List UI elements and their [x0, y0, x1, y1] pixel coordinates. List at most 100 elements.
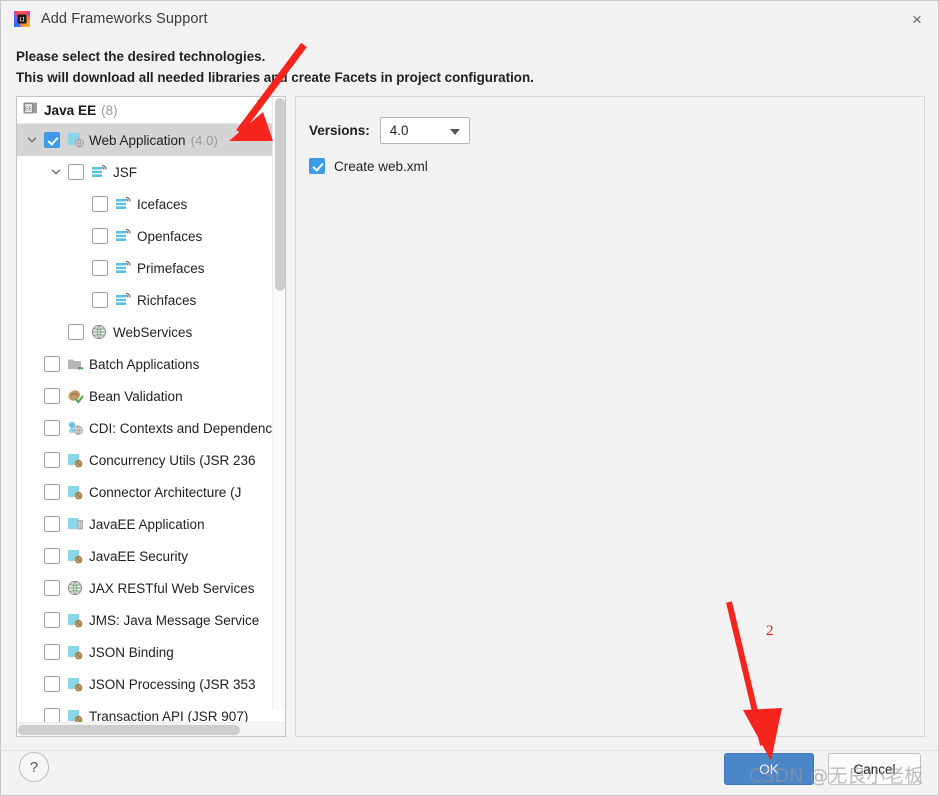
- tree-vertical-scrollbar[interactable]: [272, 97, 285, 709]
- tree-item-checkbox[interactable]: [44, 388, 60, 404]
- globe-icon: [67, 580, 85, 597]
- jsf-icon: [115, 260, 133, 277]
- tree-item-icefaces[interactable]: Icefaces: [17, 188, 285, 220]
- tree-item-version: (4.0): [190, 132, 218, 148]
- tree-item-checkbox[interactable]: [44, 548, 60, 564]
- tree-item-webservices[interactable]: WebServices: [17, 316, 285, 348]
- jsr-icon: [67, 484, 85, 501]
- tree-horizontal-scrollbar-thumb[interactable]: [18, 725, 240, 735]
- tree-item-label: JAX RESTful Web Services: [89, 580, 255, 596]
- tree-item-label: JSON Binding: [89, 644, 174, 660]
- create-webxml-checkbox-row[interactable]: Create web.xml: [309, 158, 428, 174]
- chevron-down-icon[interactable]: [47, 164, 64, 181]
- tree-group-count: (8): [101, 102, 118, 118]
- tree-item-javaee-application[interactable]: JavaEE Application: [17, 508, 285, 540]
- tree-item-label: Primefaces: [137, 260, 205, 276]
- tree-group-header-java-ee: EE Java EE (8): [17, 97, 285, 124]
- jsr-icon: [67, 452, 85, 469]
- globe-icon: [91, 324, 109, 341]
- tree-item-primefaces[interactable]: Primefaces: [17, 252, 285, 284]
- tree-item-label: Web Application: [89, 132, 186, 148]
- versions-dropdown[interactable]: 4.0: [379, 117, 470, 144]
- tree-item-checkbox[interactable]: [44, 580, 60, 596]
- tree-item-label: JavaEE Application: [89, 516, 205, 532]
- batch-icon: [67, 356, 85, 373]
- versions-label: Versions:: [309, 123, 370, 138]
- tree-item-checkbox[interactable]: [92, 260, 108, 276]
- jsr-icon: [67, 676, 85, 693]
- create-webxml-checkbox[interactable]: [309, 158, 325, 174]
- tree-item-concurrency-utils-jsr-236[interactable]: Concurrency Utils (JSR 236: [17, 444, 285, 476]
- tree-item-jms-java-message-service[interactable]: JMS: Java Message Service: [17, 604, 285, 636]
- add-frameworks-support-dialog: IJ Add Frameworks Support × Please selec…: [0, 0, 939, 796]
- tree-item-web-application[interactable]: Web Application (4.0): [17, 124, 285, 156]
- title-bar: IJ Add Frameworks Support ×: [1, 1, 938, 37]
- tree-item-checkbox[interactable]: [44, 132, 60, 148]
- jsr-icon: [67, 548, 85, 565]
- annotation-step-1: 1: [255, 97, 263, 113]
- window-title: Add Frameworks Support: [41, 11, 208, 27]
- tree-item-checkbox[interactable]: [44, 612, 60, 628]
- tree-item-checkbox[interactable]: [44, 484, 60, 500]
- javaee-app-icon: [67, 516, 85, 533]
- tree-item-json-processing-jsr-353[interactable]: JSON Processing (JSR 353: [17, 668, 285, 700]
- annotation-step-2: 2: [766, 623, 774, 639]
- tree-item-checkbox[interactable]: [68, 324, 84, 340]
- tree-item-openfaces[interactable]: Openfaces: [17, 220, 285, 252]
- versions-row: Versions: 4.0: [309, 117, 470, 144]
- tree-item-label: JavaEE Security: [89, 548, 189, 564]
- jsr-icon: [67, 612, 85, 629]
- tree-item-checkbox[interactable]: [92, 196, 108, 212]
- tree-item-bean-validation[interactable]: Bean Validation: [17, 380, 285, 412]
- bean-validation-icon: [67, 388, 85, 405]
- tree-item-javaee-security[interactable]: JavaEE Security: [17, 540, 285, 572]
- tree-item-checkbox[interactable]: [44, 676, 60, 692]
- tree-vertical-scrollbar-thumb[interactable]: [275, 98, 285, 291]
- tree-group-label: Java EE: [44, 102, 97, 118]
- tree-item-label: JSF: [113, 164, 138, 180]
- tree-item-jax-restful-web-services[interactable]: JAX RESTful Web Services: [17, 572, 285, 604]
- description-line-1: Please select the desired technologies.: [16, 49, 266, 64]
- close-icon[interactable]: ×: [894, 1, 938, 37]
- tree-item-cdi-contexts-and-dependenc[interactable]: CDI: Contexts and Dependenc: [17, 412, 285, 444]
- tree-item-checkbox[interactable]: [68, 164, 84, 180]
- tree-item-label: Connector Architecture (J: [89, 484, 242, 500]
- tree-item-label: CDI: Contexts and Dependenc: [89, 420, 273, 436]
- chevron-down-icon: [449, 129, 460, 135]
- tree-item-label: Openfaces: [137, 228, 203, 244]
- dialog-description: Please select the desired technologies. …: [16, 47, 896, 88]
- javaee-icon: EE: [23, 101, 38, 120]
- tree-item-label: Batch Applications: [89, 356, 200, 372]
- frameworks-tree-list[interactable]: Web Application (4.0) JSF Icefaces Openfaces…: [17, 124, 285, 736]
- tree-item-json-binding[interactable]: JSON Binding: [17, 636, 285, 668]
- chevron-down-icon[interactable]: [23, 132, 40, 149]
- svg-text:IJ: IJ: [19, 17, 24, 24]
- tree-item-label: Richfaces: [137, 292, 197, 308]
- tree-item-richfaces[interactable]: Richfaces: [17, 284, 285, 316]
- tree-horizontal-scrollbar[interactable]: [17, 722, 285, 736]
- tree-item-checkbox[interactable]: [44, 420, 60, 436]
- jsf-icon: [115, 292, 133, 309]
- tree-item-connector-architecture-j[interactable]: Connector Architecture (J: [17, 476, 285, 508]
- framework-detail-panel: Versions: 4.0 Create web.xml: [295, 96, 925, 737]
- tree-item-checkbox[interactable]: [44, 516, 60, 532]
- tree-item-label: WebServices: [113, 324, 193, 340]
- tree-item-checkbox[interactable]: [44, 644, 60, 660]
- frameworks-tree-panel: EE Java EE (8) Web Application (4.0) JSF Ic…: [16, 96, 286, 737]
- help-button[interactable]: ?: [19, 752, 49, 782]
- tree-item-label: Concurrency Utils (JSR 236: [89, 452, 256, 468]
- footer-divider: [1, 750, 938, 751]
- versions-selected-value: 4.0: [389, 123, 409, 138]
- tree-item-jsf[interactable]: JSF: [17, 156, 285, 188]
- tree-item-checkbox[interactable]: [44, 452, 60, 468]
- description-line-2: This will download all needed libraries …: [16, 69, 534, 85]
- cancel-button[interactable]: Cancel: [828, 753, 921, 785]
- tree-item-label: Icefaces: [137, 196, 188, 212]
- cdi-icon: [67, 420, 85, 437]
- tree-item-checkbox[interactable]: [92, 228, 108, 244]
- tree-item-checkbox[interactable]: [92, 292, 108, 308]
- ok-button[interactable]: OK: [724, 753, 814, 785]
- tree-item-label: JSON Processing (JSR 353: [89, 676, 256, 692]
- tree-item-batch-applications[interactable]: Batch Applications: [17, 348, 285, 380]
- tree-item-checkbox[interactable]: [44, 356, 60, 372]
